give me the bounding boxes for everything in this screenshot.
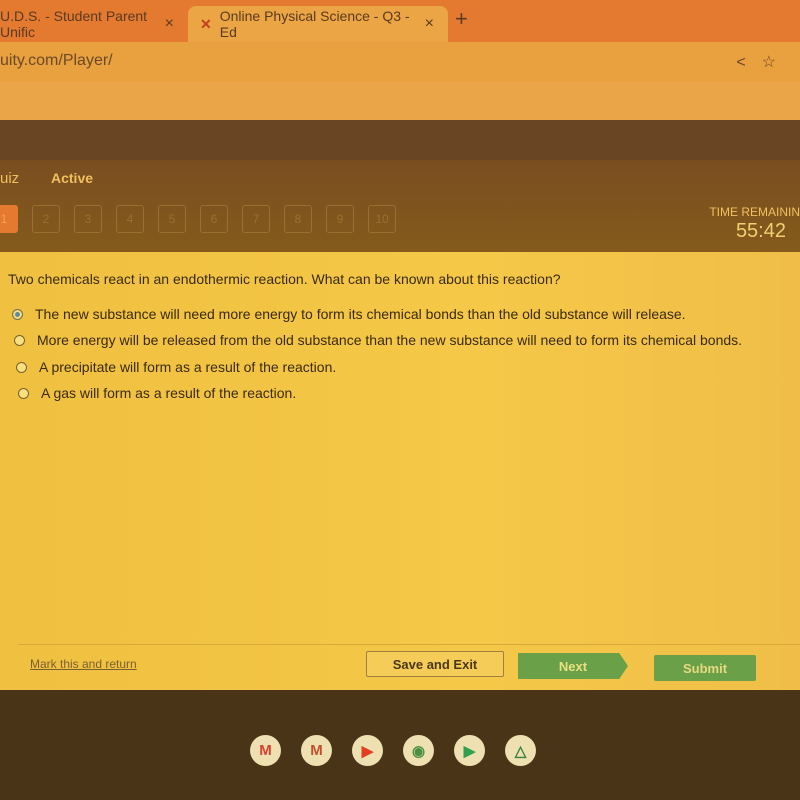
app-m-icon[interactable]: M: [301, 735, 332, 766]
youtube-icon[interactable]: ▶: [352, 735, 383, 766]
question-number-6[interactable]: 6: [200, 205, 228, 233]
save-and-exit-button[interactable]: Save and Exit: [366, 651, 504, 677]
quiz-title: uiz: [0, 170, 20, 187]
chrome-icon[interactable]: ◉: [403, 735, 434, 766]
question-number-8[interactable]: 8: [284, 205, 312, 233]
edgenuity-x-icon: ✕: [200, 15, 212, 32]
quiz-footer: Mark this and return Save and Exit Next …: [18, 644, 800, 690]
tab-bar: U.D.S. - Student Parent Unific × ✕ Online …: [0, 0, 800, 42]
os-shelf: M M ▶ ◉ ▶ △: [250, 735, 536, 766]
question-number-4[interactable]: 4: [116, 205, 144, 233]
radio-button[interactable]: [16, 361, 27, 373]
close-icon[interactable]: ×: [165, 15, 174, 33]
radio-button[interactable]: [12, 308, 23, 320]
quiz-header: uiz Active 1 2 3 4 5 6 7 8 9 10 TIME REMAININ 55:…: [0, 160, 800, 252]
submit-button[interactable]: Submit: [654, 655, 756, 681]
question-number-10[interactable]: 10: [368, 205, 396, 233]
close-icon[interactable]: ×: [425, 15, 434, 33]
option-label: More energy will be released from the ol…: [37, 332, 743, 348]
tab-student-parent[interactable]: U.D.S. - Student Parent Unific ×: [0, 6, 188, 42]
new-tab-button[interactable]: +: [455, 6, 468, 32]
star-icon[interactable]: ☆: [762, 54, 792, 71]
question-number-2[interactable]: 2: [32, 205, 60, 233]
option-label: A gas will form as a result of the react…: [41, 385, 297, 401]
question-number-9[interactable]: 9: [326, 205, 354, 233]
share-icon[interactable]: <: [736, 54, 761, 71]
question-number-5[interactable]: 5: [158, 205, 186, 233]
time-remaining: 55:42: [735, 220, 786, 242]
answer-option-2[interactable]: More energy will be released from the ol…: [14, 332, 742, 348]
question-number-7[interactable]: 7: [242, 205, 270, 233]
drive-icon[interactable]: △: [505, 735, 536, 766]
question-nav: 1 2 3 4 5 6 7 8 9 10: [0, 205, 396, 233]
question-panel: Two chemicals react in an endothermic re…: [0, 252, 800, 690]
url-text: uity.com/Player/: [0, 52, 113, 69]
radio-button[interactable]: [14, 334, 25, 346]
play-store-icon[interactable]: ▶: [454, 735, 485, 766]
option-label: A precipitate will form as a result of t…: [39, 359, 337, 375]
radio-button[interactable]: [18, 387, 29, 399]
answer-option-4[interactable]: A gas will form as a result of the react…: [18, 385, 296, 401]
time-remaining-label: TIME REMAININ: [709, 205, 800, 219]
player-top-bar: [0, 120, 800, 160]
answer-option-3[interactable]: A precipitate will form as a result of t…: [16, 359, 336, 375]
question-number-1[interactable]: 1: [0, 205, 18, 233]
option-label: The new substance will need more energy …: [35, 306, 686, 322]
tab-label: Online Physical Science - Q3 - Ed: [219, 8, 410, 40]
bookmark-bar: [0, 82, 800, 120]
tab-label: U.D.S. - Student Parent Unific: [0, 8, 148, 40]
answer-option-1[interactable]: The new substance will need more energy …: [12, 306, 686, 322]
address-bar[interactable]: uity.com/Player/ <☆: [0, 42, 800, 82]
tab-physical-science[interactable]: ✕ Online Physical Science - Q3 - Ed ×: [188, 6, 448, 42]
mark-and-return-link[interactable]: Mark this and return: [30, 657, 137, 671]
next-button[interactable]: Next: [518, 653, 628, 679]
question-text: Two chemicals react in an endothermic re…: [8, 271, 561, 287]
quiz-status: Active: [51, 170, 94, 186]
question-number-3[interactable]: 3: [74, 205, 102, 233]
gmail-icon[interactable]: M: [250, 735, 281, 766]
